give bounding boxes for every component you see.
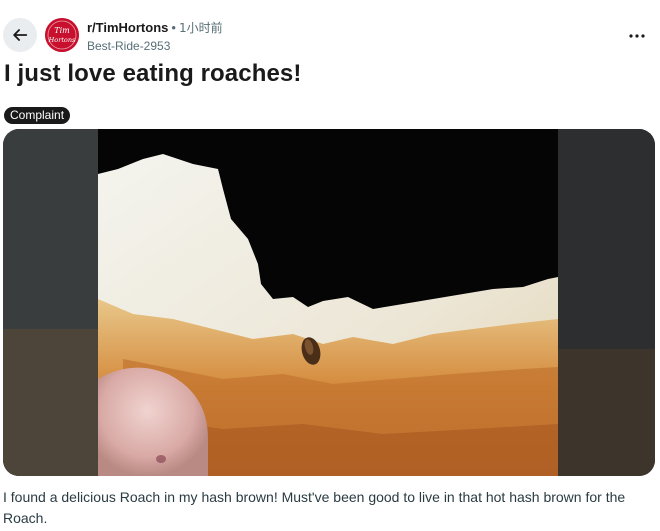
- tim-hortons-logo: Tim Hortons: [45, 18, 79, 52]
- back-button[interactable]: [3, 18, 37, 52]
- avatar-logo-text-1: Tim: [54, 26, 70, 35]
- post-body: I found a delicious Roach in my hash bro…: [3, 489, 626, 526]
- back-arrow-icon: [13, 29, 28, 41]
- hash-brown-photo: [3, 129, 655, 476]
- post-flair[interactable]: Complaint: [4, 107, 71, 124]
- meta-separator: •: [171, 20, 176, 35]
- more-options-icon: [629, 34, 645, 38]
- avatar-logo-text-2: Hortons: [48, 36, 76, 44]
- subreddit-avatar[interactable]: Tim Hortons: [45, 18, 79, 52]
- author-link[interactable]: Best-Ride-2953: [87, 38, 223, 54]
- post-image[interactable]: [3, 129, 655, 476]
- post-title[interactable]: I just love eating roaches!: [4, 60, 301, 88]
- post-time: 1小时前: [178, 21, 223, 35]
- post-meta: r/TimHortons • 1小时前 Best-Ride-2953: [87, 20, 223, 54]
- more-options-button[interactable]: [624, 26, 650, 46]
- subreddit-link[interactable]: r/TimHortons: [87, 20, 168, 35]
